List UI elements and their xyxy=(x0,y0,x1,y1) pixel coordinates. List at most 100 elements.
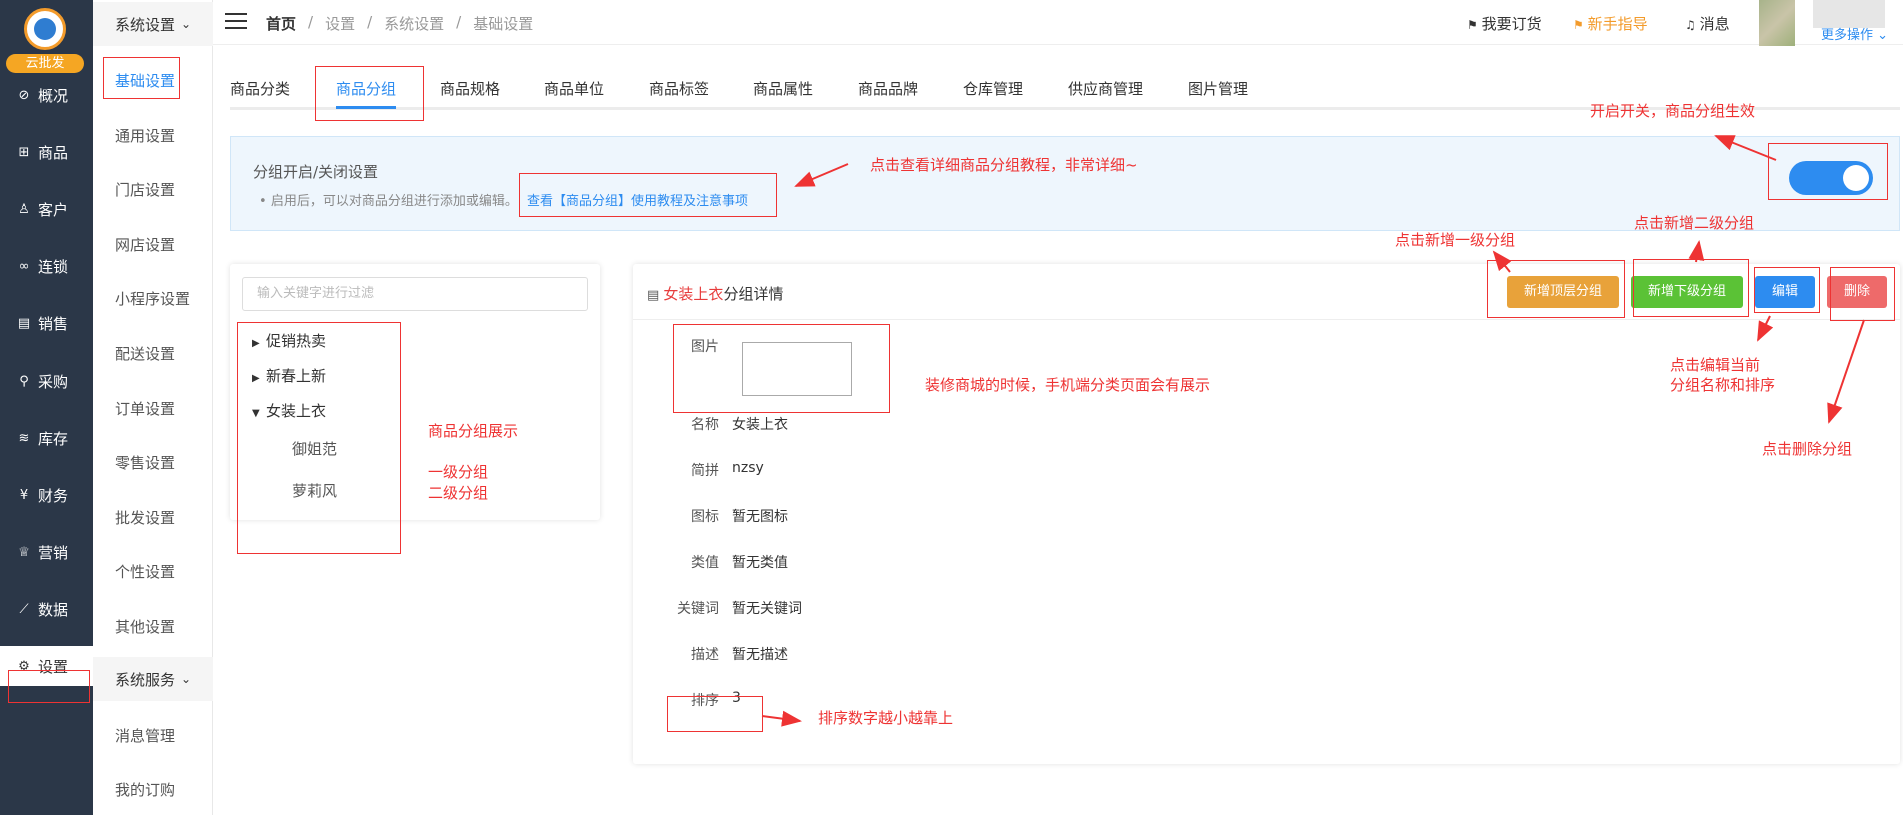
top-bar: 首页 / 设置 / 系统设置 / 基础设置 ⚑ 我要订货 ⚑ 新手指导 ♫ 消息… xyxy=(213,0,1903,46)
edit-highlight xyxy=(1754,267,1820,313)
note-edit-2: 分组名称和排序 xyxy=(1670,376,1776,394)
detail-row-label: 图标 xyxy=(691,509,719,525)
clipboard-icon: ▤ xyxy=(17,315,31,331)
tab[interactable]: 仓库管理 xyxy=(963,78,1023,99)
tab[interactable]: 商品规格 xyxy=(440,78,500,99)
nav-item[interactable]: ♙ 客户 xyxy=(0,189,93,229)
more-actions-button[interactable]: 更多操作 ⌄ xyxy=(1821,24,1888,43)
nav-item-label: 数据 xyxy=(38,600,69,619)
guide-label: 新手指导 xyxy=(1587,15,1648,33)
note-tree-l1: 一级分组 xyxy=(428,463,489,481)
nav-item-label: 财务 xyxy=(38,486,69,505)
nav-item[interactable]: ≋ 库存 xyxy=(0,418,93,458)
message-label: 消息 xyxy=(1699,15,1730,33)
detail-row-label: 关键词 xyxy=(677,601,719,617)
tree-highlight xyxy=(237,322,401,554)
breadcrumb-system-settings[interactable]: 系统设置 xyxy=(384,13,444,34)
tab[interactable]: 商品品牌 xyxy=(858,78,918,99)
toggle-panel-hint: • 启用后，可以对商品分组进行添加或编辑。 xyxy=(259,194,518,209)
nav-item[interactable]: ⚲ 采购 xyxy=(0,361,93,401)
detail-title: ▤ 女装上衣分组详情 xyxy=(647,283,783,304)
sidebar-group[interactable]: 系统设置 ⌄ xyxy=(93,2,213,46)
sidebar-item[interactable]: 小程序设置 xyxy=(115,288,190,309)
purchase-icon: ⚲ xyxy=(19,373,29,389)
note-toggle: 开启开关，商品分组生效 xyxy=(1590,102,1756,120)
sidebar-item[interactable]: 通用设置 xyxy=(115,125,175,146)
tutorial-link-highlight xyxy=(519,173,777,217)
detail-row-value: 暂无类值 xyxy=(732,555,788,571)
sidebar-item[interactable]: 网店设置 xyxy=(115,234,175,255)
guide-link[interactable]: ⚑ 新手指导 xyxy=(1573,13,1648,34)
sidebar-item[interactable]: 订单设置 xyxy=(115,398,175,419)
nav-item[interactable]: ⟋ 数据 xyxy=(0,589,93,629)
breadcrumb-separator: / xyxy=(308,13,314,31)
nav-item[interactable]: ⊘ 概况 xyxy=(0,75,93,115)
breadcrumb-home[interactable]: 首页 xyxy=(266,13,296,34)
sidebar-item[interactable]: 配送设置 xyxy=(115,343,175,364)
menu-toggle-icon[interactable] xyxy=(225,13,247,29)
note-tree-l2: 二级分组 xyxy=(428,484,489,502)
tab[interactable]: 供应商管理 xyxy=(1068,78,1143,99)
nav-item[interactable]: ¥ 财务 xyxy=(0,475,93,515)
note-add-sub: 点击新增二级分组 xyxy=(1634,214,1755,232)
nav-item[interactable]: ♕ 营销 xyxy=(0,532,93,572)
chevron-down-icon: ⌄ xyxy=(181,17,192,31)
note-add-top: 点击新增一级分组 xyxy=(1395,231,1516,249)
compass-icon: ⊘ xyxy=(18,87,30,103)
sidebar-group-label: 系统设置 xyxy=(115,15,176,34)
sidebar-group-label: 系统服务 xyxy=(115,670,176,689)
sidebar-item[interactable]: 零售设置 xyxy=(115,452,175,473)
nav-item[interactable]: ▤ 销售 xyxy=(0,303,93,343)
tab[interactable]: 商品标签 xyxy=(649,78,709,99)
document-icon: ▤ xyxy=(647,288,664,303)
sidebar-item[interactable]: 门店设置 xyxy=(115,179,175,200)
chevron-down-icon: ⌄ xyxy=(181,672,192,686)
note-tutorial: 点击查看详细商品分组教程，非常详细~ xyxy=(870,156,1138,174)
tab[interactable]: 商品单位 xyxy=(544,78,604,99)
note-edit-1: 点击编辑当前 xyxy=(1670,356,1761,374)
tab[interactable]: 商品分类 xyxy=(230,78,290,99)
toggle-panel-title: 分组开启/关闭设置 xyxy=(253,163,379,181)
detail-row-value: 暂无描述 xyxy=(732,647,788,663)
nav-item[interactable]: ⊞ 商品 xyxy=(0,132,93,172)
grid-icon: ⊞ xyxy=(18,144,30,160)
more-actions-label: 更多操作 xyxy=(1821,28,1874,43)
detail-row-label: 名称 xyxy=(691,417,719,433)
detail-row-label: 简拼 xyxy=(691,463,719,479)
detail-row-value: 女装上衣 xyxy=(732,417,788,433)
detail-row-value: 暂无关键词 xyxy=(732,601,802,617)
sidebar-item[interactable]: 批发设置 xyxy=(115,507,175,528)
app-logo[interactable] xyxy=(24,8,66,50)
chart-icon: ⟋ xyxy=(19,601,29,617)
sidebar-item[interactable]: 其他设置 xyxy=(115,616,175,637)
nav-item-label: 客户 xyxy=(38,200,69,219)
tree-filter-input[interactable]: 输入关键字进行过滤 xyxy=(242,277,588,311)
note-image: 装修商城的时候，手机端分类页面会有展示 xyxy=(925,376,1211,394)
sidebar-group[interactable]: 系统服务 ⌄ xyxy=(93,657,213,701)
sidebar-item[interactable]: 消息管理 xyxy=(115,725,175,746)
sidebar-item[interactable]: 我的订购 xyxy=(115,779,175,800)
sidebar-item[interactable]: 个性设置 xyxy=(115,561,175,582)
yen-icon: ¥ xyxy=(19,487,29,503)
breadcrumb: 首页 / 设置 / 系统设置 / 基础设置 xyxy=(266,13,533,34)
brand-badge: 云批发 xyxy=(6,54,84,73)
tab[interactable]: 图片管理 xyxy=(1188,78,1248,99)
breadcrumb-basic-settings: 基础设置 xyxy=(473,15,534,33)
nav-item-label: 销售 xyxy=(38,314,69,333)
detail-title-suffix: 分组详情 xyxy=(723,285,784,303)
detail-row-label: 类值 xyxy=(691,555,719,571)
detail-row-value: nzsy xyxy=(732,460,764,476)
nav-item[interactable]: ∞ 连锁 xyxy=(0,246,93,286)
message-link[interactable]: ♫ 消息 xyxy=(1685,13,1730,34)
order-label: 我要订货 xyxy=(1481,15,1542,33)
avatar[interactable] xyxy=(1759,0,1795,46)
note-tree-title: 商品分组展示 xyxy=(428,422,519,440)
detail-row-label: 描述 xyxy=(691,647,719,663)
delete-highlight xyxy=(1830,267,1895,321)
sort-highlight xyxy=(667,696,763,732)
detail-title-group: 女装上衣 xyxy=(663,285,724,303)
tab[interactable]: 商品属性 xyxy=(753,78,813,99)
basic-settings-highlight xyxy=(103,57,180,99)
order-link[interactable]: ⚑ 我要订货 xyxy=(1467,13,1542,34)
breadcrumb-settings[interactable]: 设置 xyxy=(325,13,355,34)
